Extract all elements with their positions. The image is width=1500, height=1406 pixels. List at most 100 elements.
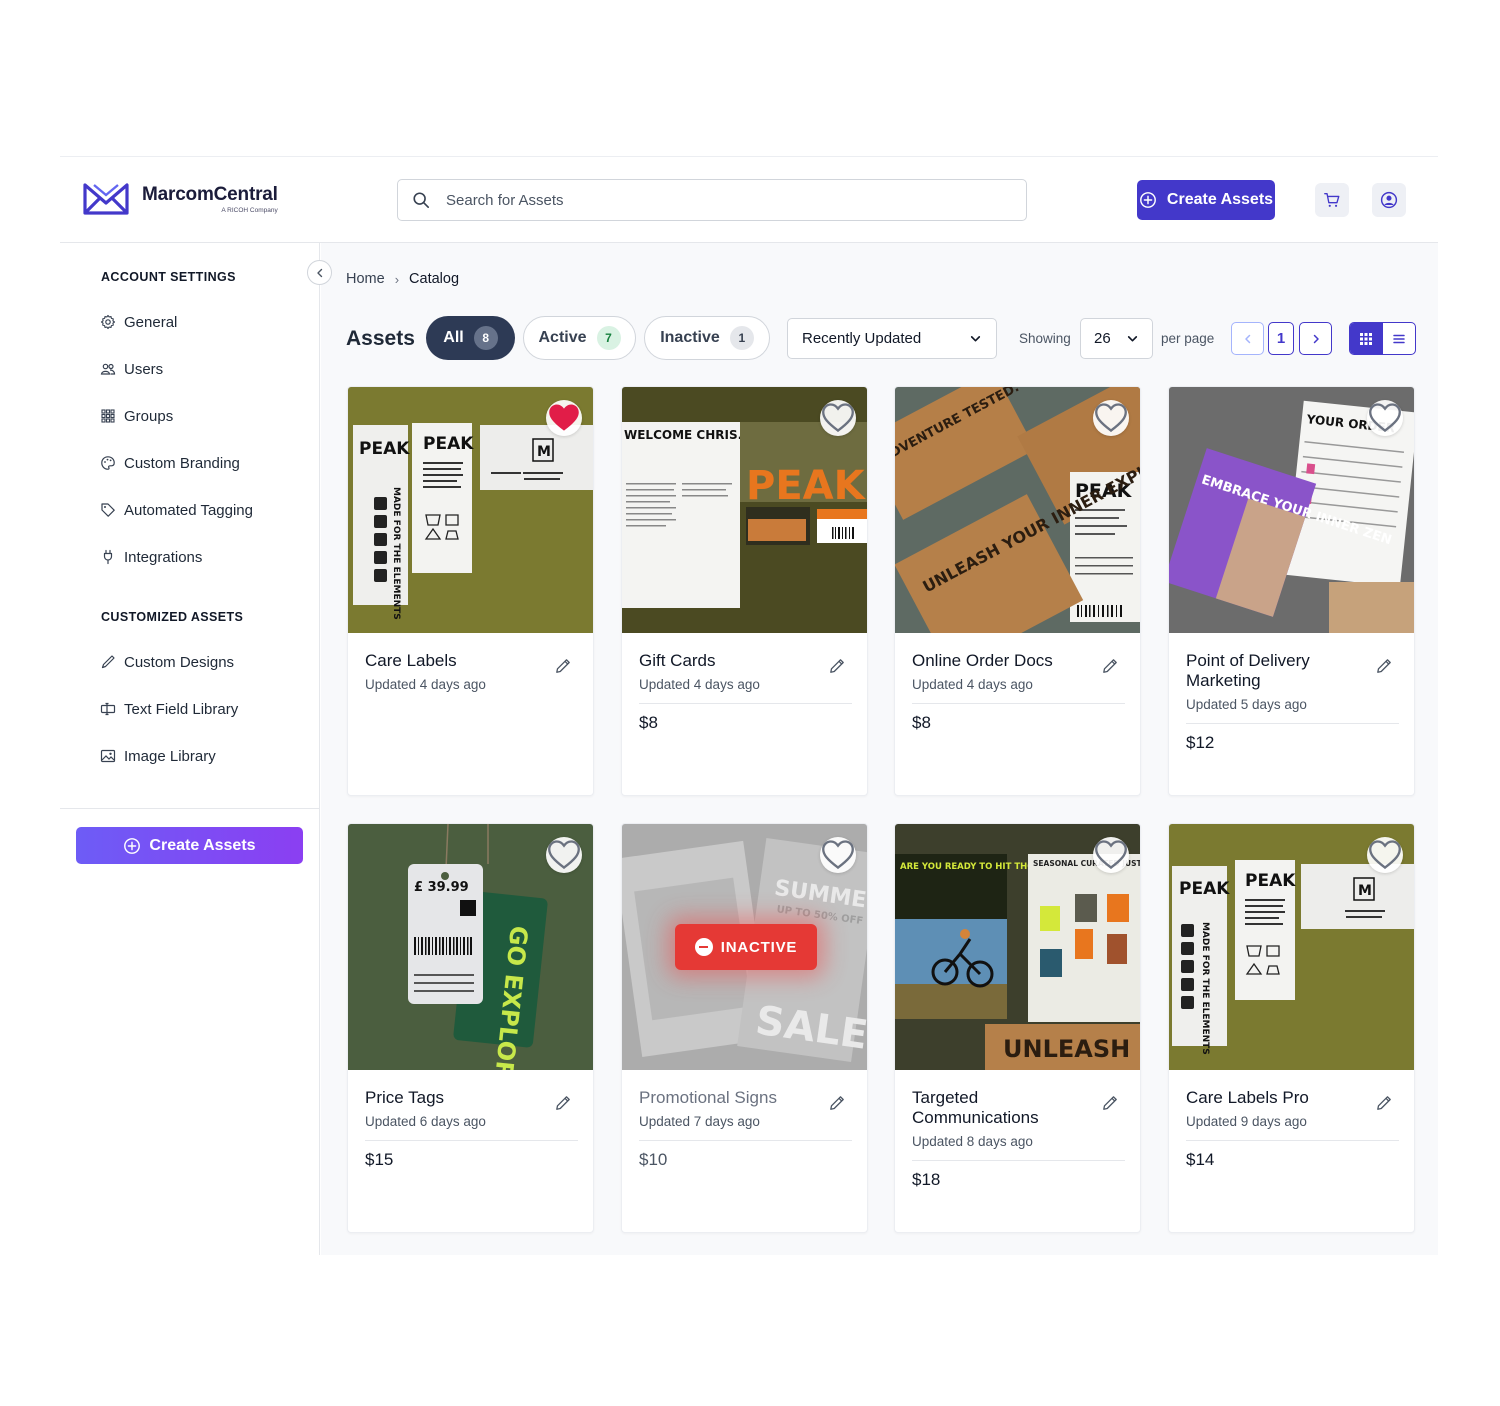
breadcrumb-separator: › [394, 271, 400, 287]
palette-icon [101, 456, 115, 470]
asset-thumbnail[interactable]: PEAK PEAK M MADE FOR THE ELEMENTS [1169, 824, 1414, 1070]
favorite-button[interactable] [1367, 400, 1403, 436]
filter-inactive[interactable]: Inactive 1 [644, 316, 770, 360]
asset-thumbnail[interactable]: ARE YOU READY TO HIT THOSE FRESH TRAILS?… [895, 824, 1140, 1070]
inactive-badge: INACTIVE [675, 924, 817, 970]
next-page-button[interactable] [1299, 322, 1332, 355]
asset-title[interactable]: Care Labels Pro [1186, 1088, 1361, 1108]
asset-thumbnail[interactable]: ADVENTURE TESTED. STYLE APPROVED. PEAK U… [895, 387, 1140, 633]
sidebar-item-custom-branding[interactable]: Custom Branding [100, 452, 240, 474]
asset-updated: Updated 7 days ago [639, 1114, 760, 1129]
artwork-text: £ 39.99 [414, 880, 469, 895]
filter-label: Active [538, 329, 587, 346]
heart-outline-icon [1095, 403, 1127, 433]
collapse-sidebar-button[interactable] [307, 260, 332, 285]
inactive-badge-label: INACTIVE [720, 938, 798, 956]
view-toggle [1349, 322, 1416, 355]
asset-title[interactable]: Online Order Docs [912, 651, 1087, 671]
filter-count: 7 [596, 326, 621, 350]
heart-outline-icon [822, 840, 854, 870]
artwork-text: PEAK [1179, 879, 1230, 899]
artwork-text: MADE FOR THE ELEMENTS [391, 487, 401, 620]
favorite-button[interactable] [1093, 400, 1129, 436]
profile-button[interactable] [1372, 183, 1406, 217]
grid-view-button[interactable] [1350, 323, 1383, 354]
asset-card[interactable]: ADVENTURE TESTED. STYLE APPROVED. PEAK U… [894, 386, 1141, 796]
asset-card[interactable]: WELCOME CHRIS. PEAK Gift Cards Updated 4… [621, 386, 868, 796]
asset-card[interactable]: ARE YOU READY TO HIT THOSE FRESH TRAILS?… [894, 823, 1141, 1233]
edit-icon[interactable] [555, 658, 571, 674]
asset-title[interactable]: Point of Delivery Marketing [1186, 651, 1361, 691]
asset-thumbnail[interactable]: SUMMERUP TO 50% OFFSALE INACTIVE [622, 824, 867, 1070]
edit-icon[interactable] [829, 1095, 845, 1111]
brand-logo[interactable]: MarcomCentral A RICOH Company [82, 181, 278, 217]
brand-subtitle: A RICOH Company [221, 207, 278, 214]
artwork-text: PEAK [423, 434, 474, 454]
filter-all[interactable]: All 8 [426, 316, 515, 360]
asset-card[interactable]: PEAK PEAK M MADE FOR THE ELEMENTS Care L… [1168, 823, 1415, 1233]
sidebar-item-custom-designs[interactable]: Custom Designs [100, 651, 234, 673]
create-assets-button[interactable]: Create Assets [1137, 180, 1275, 220]
sidebar-item-text-field-library[interactable]: Text Field Library [100, 698, 238, 720]
sidebar-item-label: Text Field Library [124, 700, 239, 718]
edit-icon[interactable] [1376, 1095, 1392, 1111]
asset-title[interactable]: Targeted Communications [912, 1088, 1087, 1128]
asset-card[interactable]: SUMMERUP TO 50% OFFSALE INACTIVE Promoti… [621, 823, 868, 1233]
sidebar-item-users[interactable]: Users [100, 358, 163, 380]
card-divider [639, 1140, 852, 1141]
asset-title[interactable]: Care Labels [365, 651, 540, 671]
text-field-icon [100, 702, 116, 716]
asset-title[interactable]: Gift Cards [639, 651, 814, 671]
grid-view-icon [1360, 332, 1373, 345]
favorite-button[interactable] [1367, 837, 1403, 873]
asset-thumbnail[interactable]: GO EXPLORE £ 39.99 [348, 824, 593, 1070]
chevron-down-icon [1127, 336, 1138, 342]
list-view-button[interactable] [1383, 323, 1416, 354]
asset-title[interactable]: Promotional Signs [639, 1088, 814, 1108]
edit-icon[interactable] [555, 1095, 571, 1111]
sort-value: Recently Updated [802, 330, 922, 347]
filter-active[interactable]: Active 7 [523, 316, 636, 360]
search-bar[interactable] [397, 179, 1027, 221]
edit-icon[interactable] [829, 658, 845, 674]
asset-price: $15 [365, 1150, 394, 1169]
favorite-button[interactable] [820, 400, 856, 436]
cart-button[interactable] [1315, 183, 1349, 217]
card-divider [365, 1140, 578, 1141]
sidebar-item-groups[interactable]: Groups [100, 405, 173, 427]
asset-thumbnail[interactable]: PEAK PEAK M MADE FOR THE ELEMENTS [348, 387, 593, 633]
asset-title[interactable]: Price Tags [365, 1088, 540, 1108]
plug-icon [103, 549, 113, 565]
edit-icon[interactable] [1102, 1095, 1118, 1111]
previous-page-button[interactable] [1231, 322, 1264, 355]
breadcrumb-home[interactable]: Home [346, 271, 385, 287]
asset-thumbnail[interactable]: WELCOME CHRIS. PEAK [622, 387, 867, 633]
sidebar-item-general[interactable]: General [100, 311, 177, 333]
sidebar-item-image-library[interactable]: Image Library [100, 745, 216, 767]
asset-card[interactable]: GO EXPLORE £ 39.99 Price Tags Updated 6 … [347, 823, 594, 1233]
favorite-button[interactable] [546, 837, 582, 873]
asset-price: $10 [639, 1150, 668, 1169]
brand-name: MarcomCentral [142, 184, 278, 205]
chevron-left-icon [316, 268, 322, 277]
per-page-dropdown[interactable]: 26 [1080, 318, 1153, 359]
per-page-label: per page [1161, 331, 1215, 346]
search-input[interactable] [446, 191, 986, 209]
favorite-button[interactable] [546, 400, 582, 436]
edit-icon[interactable] [1102, 658, 1118, 674]
sidebar-create-assets-button[interactable]: Create Assets [76, 827, 303, 864]
page-number-button[interactable]: 1 [1268, 322, 1294, 355]
asset-card[interactable]: PEAK PEAK M MADE FOR THE ELEMENTS Care L… [347, 386, 594, 796]
asset-price: $18 [912, 1170, 941, 1189]
sort-dropdown[interactable]: Recently Updated [787, 318, 997, 359]
edit-icon[interactable] [1376, 658, 1392, 674]
sidebar-item-automated-tagging[interactable]: Automated Tagging [100, 499, 253, 521]
page-title: Assets [346, 327, 415, 350]
favorite-button[interactable] [1093, 837, 1129, 873]
artwork-text: MADE FOR THE ELEMENTS [1200, 922, 1210, 1055]
sidebar-item-integrations[interactable]: Integrations [100, 546, 202, 568]
card-divider [1186, 723, 1399, 724]
favorite-button[interactable] [820, 837, 856, 873]
asset-card[interactable]: YOUR ORDER EMBRACE YOUR INNER ZEN Point … [1168, 386, 1415, 796]
asset-thumbnail[interactable]: YOUR ORDER EMBRACE YOUR INNER ZEN [1169, 387, 1414, 633]
